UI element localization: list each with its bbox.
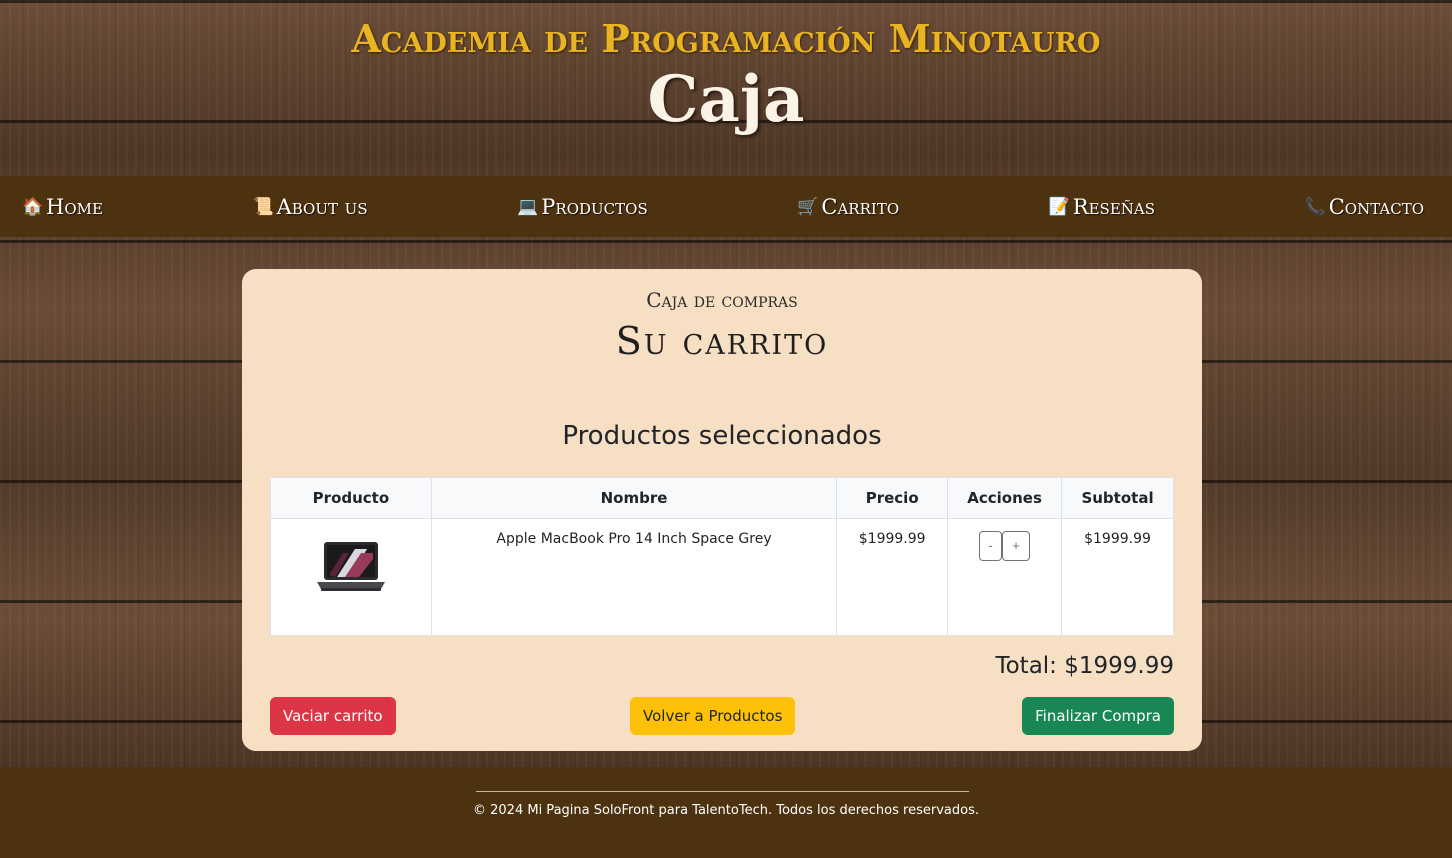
laptop-icon: 💻 bbox=[517, 196, 539, 217]
nav-item-resenas[interactable]: 📝 Reseñas bbox=[1049, 195, 1155, 219]
nav-item-label: Carrito bbox=[821, 194, 900, 219]
table-header-row: Producto Nombre Precio Acciones Subtotal bbox=[270, 477, 1174, 519]
product-subtotal: $1999.99 bbox=[1061, 518, 1174, 636]
checkout-card: Caja de compras Su carrito Productos sel… bbox=[242, 269, 1202, 751]
product-name: Apple MacBook Pro 14 Inch Space Grey bbox=[430, 518, 838, 636]
table-row: Apple MacBook Pro 14 Inch Space Grey $19… bbox=[270, 518, 1174, 636]
increase-quantity-button[interactable]: + bbox=[1002, 531, 1031, 561]
nav-item-carrito[interactable]: 🛒 Carrito bbox=[797, 195, 899, 219]
nav-item-home[interactable]: 🏠 Home bbox=[22, 195, 103, 219]
cart-icon: 🛒 bbox=[797, 196, 819, 217]
phone-icon: 📞 bbox=[1304, 196, 1326, 217]
cart-total: Total: $1999.99 bbox=[995, 653, 1174, 679]
back-to-products-button[interactable]: Volver a Productos bbox=[630, 697, 796, 735]
column-header-subtotal: Subtotal bbox=[1061, 477, 1174, 519]
main-nav: 🏠 Home 📜 About us 💻 Productos 🛒 Carrito … bbox=[0, 176, 1452, 237]
cart-table: Producto Nombre Precio Acciones Subtotal bbox=[270, 477, 1174, 636]
scroll-icon: 📜 bbox=[252, 196, 274, 217]
nav-item-label: Contacto bbox=[1328, 194, 1424, 219]
footer-divider bbox=[476, 791, 969, 792]
cart-title: Su carrito bbox=[615, 319, 829, 363]
macbook-image bbox=[315, 539, 387, 595]
finish-purchase-button[interactable]: Finalizar Compra bbox=[1022, 697, 1174, 735]
nav-item-label: Productos bbox=[541, 194, 648, 219]
page-title: Caja bbox=[647, 62, 805, 137]
product-actions: - + bbox=[947, 518, 1063, 636]
academy-name: Academia de Programación Minotauro bbox=[351, 16, 1101, 61]
house-icon: 🏠 bbox=[22, 196, 44, 217]
nav-item-contacto[interactable]: 📞 Contacto bbox=[1305, 195, 1424, 219]
column-header-precio: Precio bbox=[836, 477, 949, 519]
nav-item-label: Home bbox=[46, 194, 103, 219]
column-header-nombre: Nombre bbox=[430, 477, 838, 519]
column-header-producto: Producto bbox=[270, 477, 432, 519]
empty-cart-button[interactable]: Vaciar carrito bbox=[270, 697, 396, 735]
nav-item-productos[interactable]: 💻 Productos bbox=[517, 195, 647, 219]
decrease-quantity-button[interactable]: - bbox=[979, 531, 1003, 561]
column-header-acciones: Acciones bbox=[947, 477, 1063, 519]
site-footer: © 2024 Mi Pagina SoloFront para TalentoT… bbox=[0, 767, 1452, 858]
nav-item-about[interactable]: 📜 About us bbox=[253, 195, 368, 219]
product-price: $1999.99 bbox=[836, 518, 949, 636]
footer-copyright: © 2024 Mi Pagina SoloFront para TalentoT… bbox=[473, 803, 979, 818]
product-image-cell bbox=[270, 518, 432, 636]
selected-products-title: Productos seleccionados bbox=[562, 421, 882, 451]
nav-item-label: About us bbox=[276, 194, 368, 219]
memo-icon: 📝 bbox=[1048, 196, 1070, 217]
checkout-subtitle: Caja de compras bbox=[646, 288, 798, 312]
site-header: Academia de Programación Minotauro Caja bbox=[0, 0, 1452, 176]
nav-item-label: Reseñas bbox=[1072, 194, 1156, 219]
